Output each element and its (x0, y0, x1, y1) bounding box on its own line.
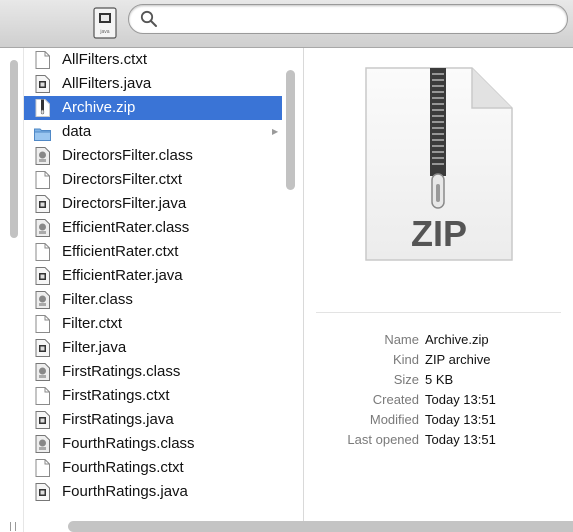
info-label: Name (384, 332, 419, 347)
file-name: EfficientRater.class (62, 219, 190, 236)
file-item[interactable]: EfficientRater.class (24, 216, 282, 240)
file-item[interactable]: FourthRatings.ctxt (24, 456, 282, 480)
class-document-icon (35, 219, 50, 237)
file-item[interactable]: AllFilters.ctxt (24, 48, 282, 72)
info-value: ZIP archive (425, 352, 491, 367)
horizontal-scrollbar-thumb[interactable] (68, 521, 573, 532)
file-name: FirstRatings.ctxt (62, 387, 170, 404)
info-value: Today 13:51 (425, 432, 496, 447)
blank-document-icon (35, 171, 50, 189)
disclosure-arrow-icon[interactable]: ▶ (272, 120, 278, 144)
class-document-icon (35, 435, 50, 453)
blank-document-icon (35, 387, 50, 405)
zip-archive-icon: ZIP (365, 67, 513, 261)
parent-column (0, 48, 24, 532)
file-name: Filter.java (62, 339, 127, 356)
file-item[interactable]: Filter.java (24, 336, 282, 360)
folder-icon (34, 125, 51, 143)
info-label: Modified (369, 412, 419, 427)
java-document-icon (35, 75, 50, 93)
file-list-scrollbar[interactable] (286, 70, 295, 190)
file-item[interactable]: FirstRatings.ctxt (24, 384, 282, 408)
parent-column-scrollbar[interactable] (10, 60, 18, 238)
blank-document-icon (35, 51, 50, 69)
preview-divider (316, 312, 561, 313)
info-label: Created (372, 392, 419, 407)
info-label: Size (393, 372, 419, 387)
file-name: DirectorsFilter.class (62, 147, 193, 164)
file-list-column: AllFilters.ctxt AllFilters.java Archive.zi… (24, 48, 304, 532)
info-label: Kind (392, 352, 419, 367)
java-document-icon (35, 339, 50, 357)
file-name: FourthRatings.class (62, 435, 195, 452)
java-document-icon (35, 195, 50, 213)
blank-document-icon (35, 459, 50, 477)
info-row: Name Archive.zip (304, 330, 573, 350)
java-document-icon (35, 483, 50, 501)
file-name: data (62, 123, 92, 140)
search-field[interactable] (128, 4, 568, 34)
file-name: EfficientRater.java (62, 267, 183, 284)
file-name: FourthRatings.ctxt (62, 459, 184, 476)
file-item[interactable]: DirectorsFilter.ctxt (24, 168, 282, 192)
file-item[interactable]: FirstRatings.class (24, 360, 282, 384)
list-item-partial (24, 508, 282, 518)
info-row: Kind ZIP archive (304, 350, 573, 370)
class-document-icon (35, 291, 50, 309)
class-document-icon (35, 363, 50, 381)
file-item[interactable]: Filter.class (24, 288, 282, 312)
file-name: AllFilters.java (62, 75, 152, 92)
info-row: Size 5 KB (304, 370, 573, 390)
file-name: FirstRatings.java (62, 411, 174, 428)
file-name: AllFilters.ctxt (62, 51, 148, 68)
file-item[interactable]: DirectorsFilter.class (24, 144, 282, 168)
file-item[interactable]: EfficientRater.ctxt (24, 240, 282, 264)
info-row: Modified Today 13:51 (304, 410, 573, 430)
info-value: Today 13:51 (425, 412, 496, 427)
java-document-icon[interactable]: java (92, 7, 118, 39)
toolbar: java (0, 0, 573, 48)
search-input[interactable] (163, 9, 557, 31)
file-name: Filter.ctxt (62, 315, 123, 332)
file-item[interactable]: AllFilters.java (24, 72, 282, 96)
file-name: DirectorsFilter.java (62, 195, 187, 212)
zip-badge: ZIP (411, 213, 467, 254)
class-document-icon (35, 147, 50, 165)
file-name: FirstRatings.class (62, 363, 181, 380)
file-item[interactable]: FirstRatings.java (24, 408, 282, 432)
file-name: Filter.class (62, 291, 133, 308)
search-icon (140, 10, 157, 27)
file-item[interactable]: FourthRatings.java (24, 480, 282, 504)
blank-document-icon (35, 243, 50, 261)
java-document-icon (35, 411, 50, 429)
file-item[interactable]: Archive.zip (24, 96, 282, 120)
java-document-icon (35, 267, 50, 285)
folder-item[interactable]: data ▶ (24, 120, 282, 144)
file-name: Archive.zip (62, 99, 136, 116)
file-item[interactable]: Filter.ctxt (24, 312, 282, 336)
info-value: Today 13:51 (425, 392, 496, 407)
info-row: Created Today 13:51 (304, 390, 573, 410)
info-label: Last opened (347, 432, 419, 447)
file-name: EfficientRater.ctxt (62, 243, 179, 260)
file-name: FourthRatings.java (62, 483, 188, 500)
file-item[interactable]: EfficientRater.java (24, 264, 282, 288)
finder-window: java AllFilters.ctxt AllFilters.java Archi… (0, 0, 573, 532)
preview-pane: ZIP Name Archive.zip Kind ZIP archive Size 5 … (304, 48, 573, 532)
doc-icon-label: java (99, 29, 109, 35)
blank-document-icon (35, 315, 50, 333)
file-item[interactable]: DirectorsFilter.java (24, 192, 282, 216)
info-value: Archive.zip (425, 332, 489, 347)
zip-document-icon (35, 99, 50, 117)
file-item[interactable]: FourthRatings.class (24, 432, 282, 456)
info-value: 5 KB (425, 372, 454, 387)
file-name: DirectorsFilter.ctxt (62, 171, 183, 188)
info-row: Last opened Today 13:51 (304, 430, 573, 450)
